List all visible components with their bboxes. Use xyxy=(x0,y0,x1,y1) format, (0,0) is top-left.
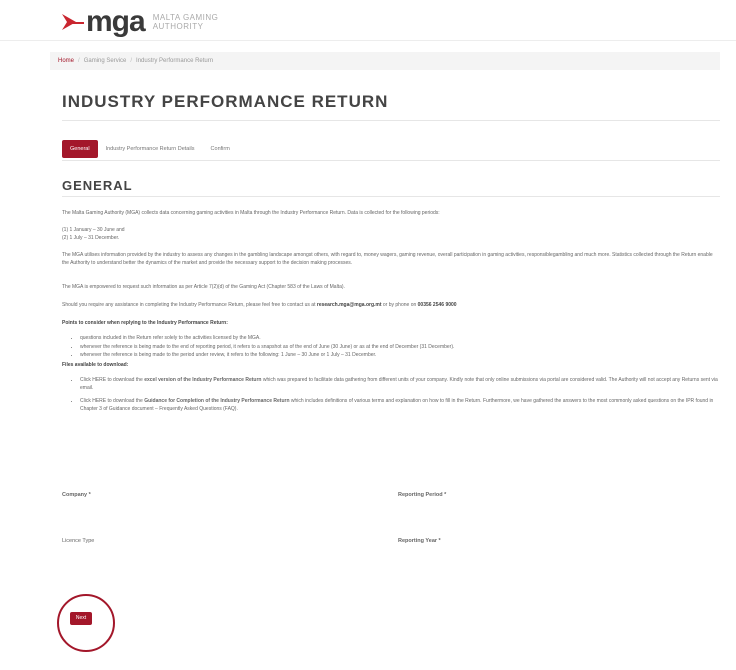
page-title: INDUSTRY PERFORMANCE RETURN xyxy=(62,92,389,111)
section-divider xyxy=(62,196,720,197)
reporting-year-field-label: Reporting Year * xyxy=(398,538,441,544)
header-divider xyxy=(0,40,736,41)
breadcrumb-item-current: Industry Performance Return xyxy=(136,58,214,64)
file-item-excel: Click HERE to download the excel version… xyxy=(80,377,725,392)
contact-phone: 00356 2546 9000 xyxy=(417,302,457,308)
breadcrumb-separator: / xyxy=(130,58,133,64)
empowered-paragraph: The MGA is empowered to request such inf… xyxy=(62,284,345,290)
company-field-label: Company * xyxy=(62,492,91,498)
breadcrumb-home-link[interactable]: Home xyxy=(58,58,74,64)
logo-subtitle: MALTA GAMING AUTHORITY xyxy=(152,13,219,31)
contact-email-link[interactable]: research.mga@mga.org.mt xyxy=(317,302,382,308)
highlight-circle xyxy=(57,594,115,652)
list-item: whenever the reference is being made to … xyxy=(80,344,725,352)
points-heading: Points to consider when replying to the … xyxy=(62,320,228,326)
logo-arrow-icon xyxy=(62,14,84,30)
points-list: questions included in the Return refer s… xyxy=(70,335,725,361)
licence-type-field-label: Licence Type xyxy=(62,538,95,544)
breadcrumb-separator: / xyxy=(78,58,80,64)
period-2: (2) 1 July – 31 December. xyxy=(62,235,120,241)
list-item: whenever the reference is being made to … xyxy=(80,352,725,360)
tab-confirm[interactable]: Confirm xyxy=(203,140,238,158)
breadcrumb: Home / Gaming Service / Industry Performance… xyxy=(50,52,720,70)
tab-general[interactable]: General xyxy=(62,140,98,158)
files-heading: Files available to download: xyxy=(62,362,129,368)
mga-logo[interactable]: mga MALTA GAMING AUTHORITY xyxy=(62,5,219,38)
intro-paragraph: The Malta Gaming Authority (MGA) collect… xyxy=(62,210,440,216)
site-header: mga MALTA GAMING AUTHORITY xyxy=(0,0,736,40)
reporting-period-field-label: Reporting Period * xyxy=(398,492,447,498)
logo-text: mga xyxy=(86,5,146,38)
tabs-divider xyxy=(62,160,720,161)
title-divider xyxy=(62,120,720,121)
tab-ipr-details[interactable]: Industry Performance Return Details xyxy=(98,140,203,158)
list-item: questions included in the Return refer s… xyxy=(80,335,725,343)
step-tabs: General Industry Performance Return Deta… xyxy=(62,140,238,158)
section-title: GENERAL xyxy=(62,178,133,193)
file-item-guidance: Click HERE to download the Guidance for … xyxy=(80,398,725,413)
period-1: (1) 1 January – 30 June and xyxy=(62,227,125,233)
assistance-paragraph: Should you require any assistance in com… xyxy=(62,302,457,308)
breadcrumb-item-gaming-service[interactable]: Gaming Service xyxy=(84,58,127,64)
utilises-paragraph: The MGA utilises information provided by… xyxy=(62,252,713,266)
files-list: Click HERE to download the excel version… xyxy=(70,377,725,414)
